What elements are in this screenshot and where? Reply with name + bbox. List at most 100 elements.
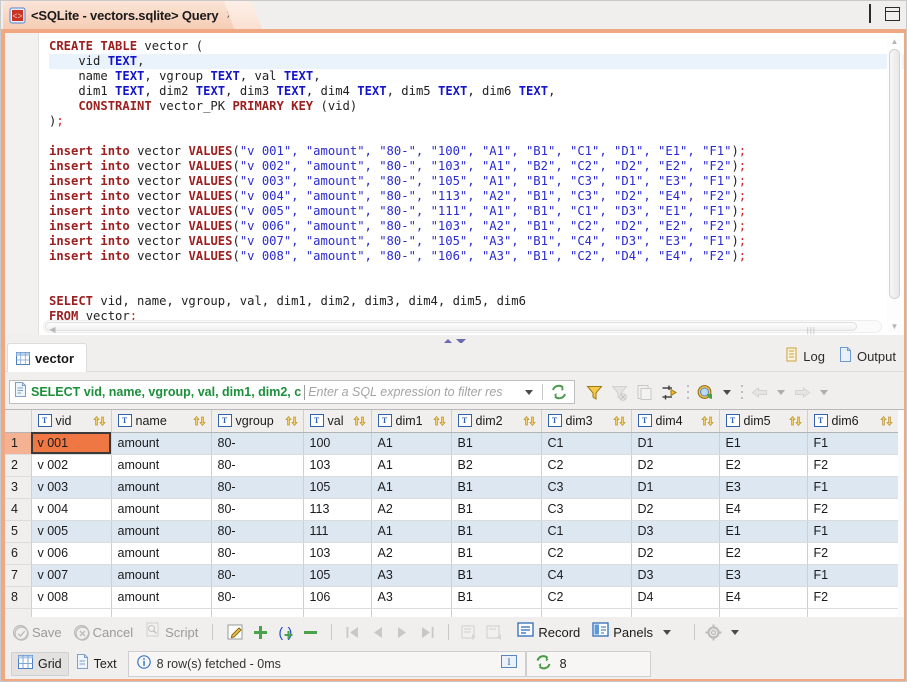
grid-cell[interactable]: 80-: [211, 542, 304, 565]
row-number[interactable]: 5: [5, 520, 32, 543]
results-grid[interactable]: Tvid Tname Tvgroup Tval Tdim1 Tdim2 Tdim3 Tdim4…: [5, 409, 904, 617]
sort-toggle-icon[interactable]: [612, 415, 627, 427]
sort-toggle-icon[interactable]: [192, 415, 207, 427]
refresh-icon[interactable]: [550, 383, 569, 402]
row-number[interactable]: 2: [5, 454, 32, 477]
table-row[interactable]: 3v 003 amount 80- 105 A1 B1 C3 D1 E3 F1: [5, 476, 899, 499]
table-row[interactable]: 8v 008 amount 80- 106 A3 B1 C2 D4 E4 F2: [5, 586, 899, 609]
grid-cell[interactable]: v 002: [31, 454, 112, 477]
sql-source-text[interactable]: CREATE TABLE vector ( vid TEXT, name TEX…: [39, 33, 904, 335]
grid-cell[interactable]: amount: [111, 476, 212, 499]
sort-toggle-icon[interactable]: [432, 415, 447, 427]
grid-cell[interactable]: A1: [371, 520, 452, 543]
sort-toggle-icon[interactable]: [788, 415, 803, 427]
row-number[interactable]: 1: [5, 432, 32, 455]
grid-cell[interactable]: B1: [451, 564, 542, 587]
column-header-vid[interactable]: Tvid: [31, 410, 112, 433]
grid-cell[interactable]: D2: [631, 542, 720, 565]
record-button[interactable]: Record: [517, 622, 580, 642]
editor-tab[interactable]: <> <SQLite - vectors.sqlite> Query ☓: [3, 1, 243, 29]
grid-cell[interactable]: F2: [807, 454, 899, 477]
column-header-dim6[interactable]: Tdim6: [807, 410, 899, 433]
grid-cell[interactable]: C2: [541, 586, 632, 609]
grid-cell[interactable]: amount: [111, 564, 212, 587]
grid-cell[interactable]: 113: [303, 498, 372, 521]
grid-cell[interactable]: F1: [807, 520, 899, 543]
grid-cell[interactable]: A1: [371, 432, 452, 455]
grid-corner-cell[interactable]: [5, 410, 32, 433]
grid-cell[interactable]: F2: [807, 586, 899, 609]
sql-editor[interactable]: CREATE TABLE vector ( vid TEXT, name TEX…: [5, 33, 904, 335]
grid-cell[interactable]: B2: [451, 454, 542, 477]
grid-cell[interactable]: C3: [541, 498, 632, 521]
filter-icon[interactable]: [585, 383, 604, 402]
grid-cell[interactable]: E2: [719, 454, 808, 477]
grid-cell[interactable]: E2: [719, 542, 808, 565]
grid-cell[interactable]: A2: [371, 498, 452, 521]
grid-cell[interactable]: C3: [541, 476, 632, 499]
editor-vscroll-thumb[interactable]: [889, 49, 900, 299]
grid-cell[interactable]: 105: [303, 564, 372, 587]
grid-cell[interactable]: B1: [451, 498, 542, 521]
grid-cell[interactable]: C4: [541, 564, 632, 587]
add-row-icon[interactable]: [251, 623, 270, 642]
grid-cell[interactable]: v 007: [31, 564, 112, 587]
grid-cell[interactable]: D2: [631, 498, 720, 521]
grid-cell[interactable]: F2: [807, 542, 899, 565]
grid-cell[interactable]: 80-: [211, 476, 304, 499]
filter-input[interactable]: SELECT vid, name, vgroup, val, dim1, dim…: [9, 380, 575, 404]
column-header-vgroup[interactable]: Tvgroup: [211, 410, 304, 433]
grid-cell[interactable]: 80-: [211, 564, 304, 587]
grid-cell[interactable]: 80-: [211, 432, 304, 455]
table-row[interactable]: 4v 004 amount 80- 113 A2 B1 C3 D2 E4 F2: [5, 498, 899, 521]
grid-cell[interactable]: v 008: [31, 586, 112, 609]
grid-cell[interactable]: 103: [303, 542, 372, 565]
scroll-down-icon[interactable]: ▼: [890, 322, 899, 331]
scroll-left-icon[interactable]: ◀: [48, 325, 57, 334]
grid-cell[interactable]: A1: [371, 454, 452, 477]
text-resize-icon[interactable]: I: [500, 655, 517, 673]
grid-cell[interactable]: v 003: [31, 476, 112, 499]
sort-toggle-icon[interactable]: [879, 415, 894, 427]
sort-toggle-icon[interactable]: [522, 415, 537, 427]
grid-cell[interactable]: 103: [303, 454, 372, 477]
column-header-val[interactable]: Tval: [303, 410, 372, 433]
grid-view-toggle[interactable]: Grid: [11, 652, 69, 676]
sort-toggle-icon[interactable]: [352, 415, 367, 427]
duplicate-row-icon[interactable]: (): [276, 623, 295, 642]
grid-cell[interactable]: E1: [719, 432, 808, 455]
grid-cell[interactable]: 106: [303, 586, 372, 609]
grid-cell[interactable]: 111: [303, 520, 372, 543]
grid-cell[interactable]: D3: [631, 520, 720, 543]
tab-vector[interactable]: vector: [7, 343, 88, 372]
toolbar-overflow-dots-2[interactable]: [740, 384, 743, 401]
settings-icon[interactable]: [704, 623, 723, 642]
grid-cell[interactable]: D2: [631, 454, 720, 477]
grid-cell[interactable]: amount: [111, 432, 212, 455]
grid-cell[interactable]: v 001: [31, 432, 112, 455]
scroll-up-icon[interactable]: ▲: [890, 37, 899, 46]
grid-cell[interactable]: E1: [719, 520, 808, 543]
grid-cell[interactable]: C1: [541, 520, 632, 543]
grid-vertical-scrollbar[interactable]: [898, 410, 904, 617]
table-row[interactable]: 7v 007 amount 80- 105 A3 B1 C4 D3 E3 F1: [5, 564, 899, 587]
grid-cell[interactable]: v 006: [31, 542, 112, 565]
grid-cell[interactable]: 100: [303, 432, 372, 455]
filter-dropdown-icon[interactable]: [525, 389, 533, 395]
grid-cell[interactable]: F2: [807, 498, 899, 521]
text-view-toggle[interactable]: Text: [69, 652, 124, 676]
grid-cell[interactable]: E3: [719, 564, 808, 587]
grid-cell[interactable]: D4: [631, 586, 720, 609]
grid-cell[interactable]: A3: [371, 564, 452, 587]
sort-toggle-icon[interactable]: [284, 415, 299, 427]
table-row[interactable]: 1v 001 amount 80- 100 A1 B1 C1 D1 E1 F1: [5, 432, 899, 455]
grid-cell[interactable]: 80-: [211, 520, 304, 543]
grid-cell[interactable]: C2: [541, 542, 632, 565]
column-header-name[interactable]: Tname: [111, 410, 212, 433]
grid-cell[interactable]: F1: [807, 564, 899, 587]
grid-cell[interactable]: A2: [371, 542, 452, 565]
grid-cell[interactable]: amount: [111, 498, 212, 521]
delete-row-icon[interactable]: [301, 623, 320, 642]
grid-cell[interactable]: v 005: [31, 520, 112, 543]
editor-horizontal-scrollbar[interactable]: ◀ |||: [43, 320, 882, 335]
